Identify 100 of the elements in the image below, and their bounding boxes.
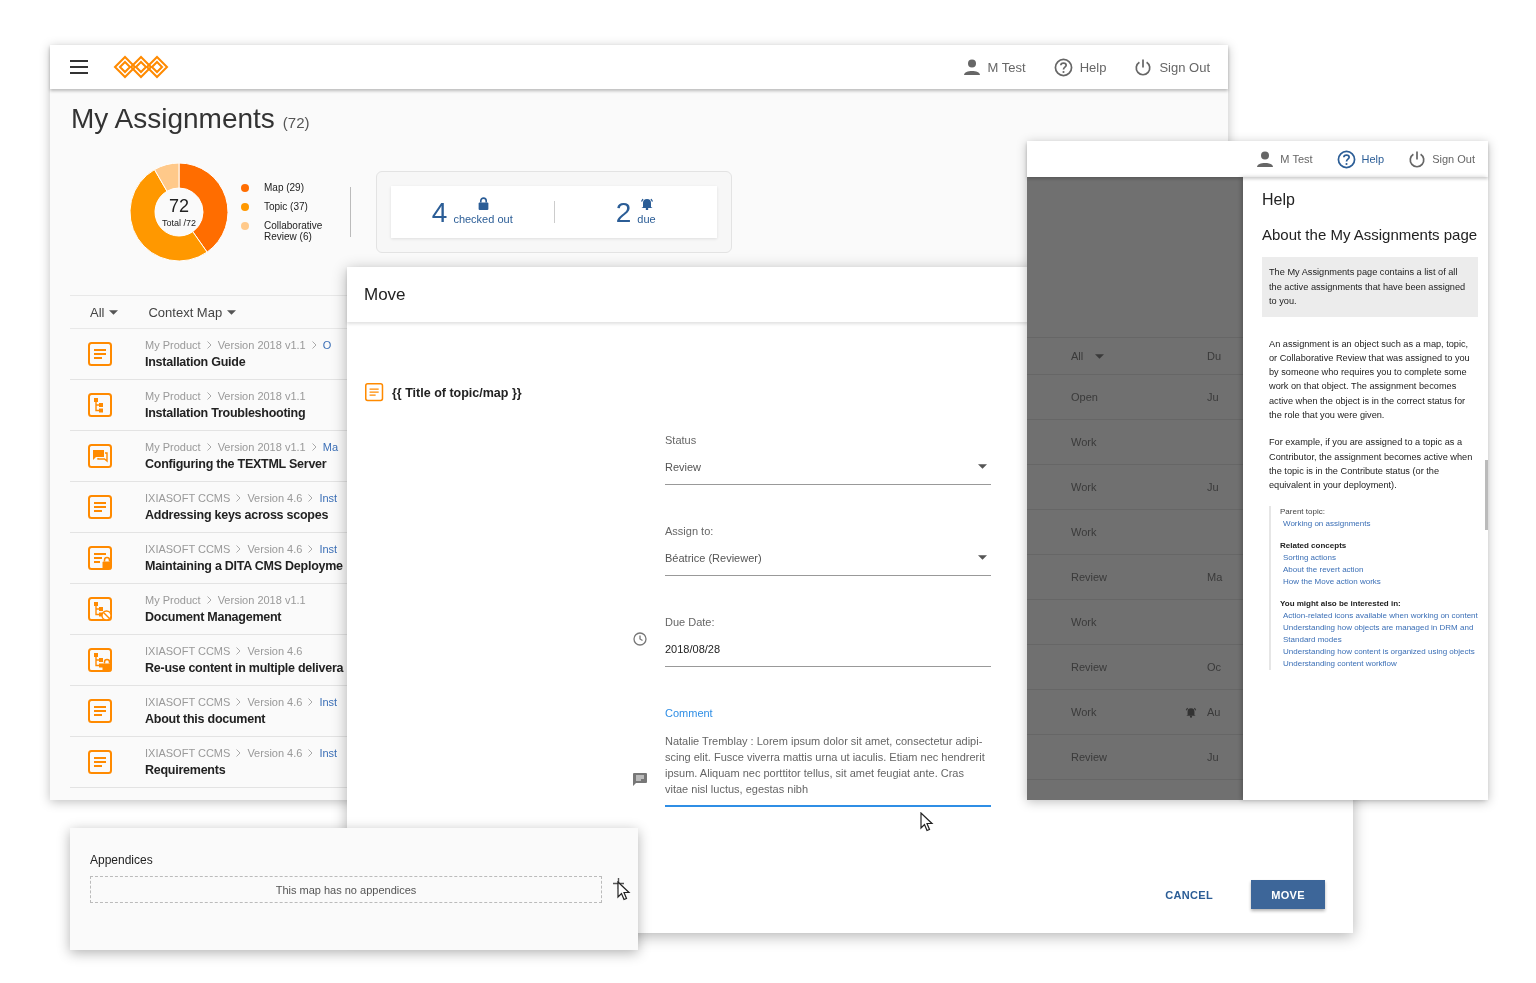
breadcrumb: Version 4.6 (247, 492, 303, 504)
breadcrumb: Version 4.6 (247, 543, 303, 555)
assignment-title[interactable]: Installation Guide (145, 355, 246, 369)
help-link[interactable]: Sorting actions (1280, 552, 1478, 565)
help-heading: About the My Assignments page (1262, 226, 1478, 243)
help-link[interactable]: Understanding how objects are managed in DRM and Standard modes (1280, 622, 1478, 647)
sign-out-link[interactable]: Sign Out (1134, 57, 1210, 77)
breadcrumb: Version 4.6 (247, 747, 303, 759)
help-link[interactable]: Working on assignments (1280, 518, 1478, 531)
power-icon (1408, 149, 1427, 169)
help-link[interactable]: Action-related icons available when working on content (1280, 610, 1478, 623)
comment-field[interactable]: Natalie Tremblay : Lorem ipsum dolor sit amet, consectetur adipi-scing elit. Fusce viverra mattis urna ut iaculis. Etiam nec hendrerit ipsum. Aliquam nec porttitor tellus, sit amet feugiat ante. Cras vitae nisl luctus, egestas nibh (665, 733, 991, 807)
caret-icon (109, 309, 119, 315)
chevron-icon (206, 596, 212, 604)
breadcrumb: My Product (145, 339, 201, 351)
chevron-icon (236, 698, 242, 706)
chevron-icon (206, 443, 212, 451)
help-link[interactable]: Understanding content workflow (1280, 658, 1478, 671)
blocked-tree-icon (87, 596, 113, 622)
filter-dropdown[interactable]: Context Map (148, 304, 237, 320)
chevron-icon (206, 392, 212, 400)
power-icon (1134, 57, 1153, 77)
breadcrumb: IXIASOFT CCMS (145, 492, 231, 504)
chat-icon (87, 443, 113, 469)
breadcrumb: IXIASOFT CCMS (145, 543, 231, 555)
move-button[interactable]: MOVE (1251, 880, 1325, 909)
help-link[interactable]: Understanding how content is organized using objects (1280, 646, 1478, 659)
document-icon (87, 749, 113, 775)
dropdown-field[interactable]: Béatrice (Reviewer) (665, 551, 991, 576)
breadcrumb: IXIASOFT CCMS (145, 696, 231, 708)
help-icon (1053, 57, 1073, 77)
date-field[interactable]: 2018/08/28 (665, 642, 991, 667)
breadcrumb: Version 4.6 (247, 696, 303, 708)
breadcrumb-link[interactable]: Inst (319, 543, 338, 555)
breadcrumb-link[interactable]: Inst (319, 747, 338, 759)
assignment-count: (72) (282, 114, 310, 131)
section-label: You might also be interested in: (1280, 598, 1402, 611)
assignment-title[interactable]: Requirements (145, 763, 226, 777)
help-link[interactable]: How the Move action works (1280, 576, 1478, 589)
assignment-title[interactable]: About this document (145, 712, 266, 726)
tree-icon (87, 392, 113, 418)
legend-label: Topic (37) (264, 201, 308, 212)
filter-dropdown[interactable]: All (90, 304, 119, 320)
help-paragraph: An assignment is an object such as a map, topic, or Collaborative Review that was assigned to you by someone who requires you to complete some work on that object. The assignment becomes active when the object is in the correct status for the role that you were given. (1269, 337, 1471, 422)
assignment-title[interactable]: Re-use content in multiple delivera (145, 661, 344, 675)
dropdown-caret-icon (978, 464, 987, 469)
field-label: Status (665, 434, 698, 446)
legend-label: Map (29) (264, 182, 304, 193)
chevron-icon (308, 494, 314, 502)
chevron-icon (311, 341, 317, 349)
chevron-icon (236, 749, 242, 757)
caret-icon (1095, 353, 1105, 359)
document-icon (365, 383, 384, 402)
breadcrumb-link[interactable]: Inst (319, 696, 338, 708)
breadcrumb-link[interactable]: O (322, 339, 332, 351)
field-label: Due Date: (665, 616, 716, 628)
locked-document-icon (87, 545, 113, 571)
breadcrumb: Version 2018 v1.1 (217, 339, 306, 351)
dropdown-field[interactable]: Review (665, 460, 991, 485)
sign-out-link[interactable]: Sign Out (1408, 149, 1475, 169)
help-link[interactable]: Help (1336, 149, 1385, 169)
assignment-title[interactable]: Document Management (145, 610, 282, 624)
breadcrumb-link[interactable]: Ma (322, 441, 338, 453)
assignment-title[interactable]: Maintaining a DITA CMS Deployme (145, 559, 343, 573)
help-link[interactable]: Help (1053, 57, 1107, 77)
document-icon (87, 494, 113, 520)
breadcrumb: IXIASOFT CCMS (145, 747, 231, 759)
help-link[interactable]: About the revert action (1280, 564, 1478, 577)
assignment-title[interactable]: Installation Troubleshooting (145, 406, 306, 420)
section-label: Related concepts (1280, 540, 1348, 553)
stat-number: 2 (615, 199, 632, 227)
document-icon (87, 341, 113, 367)
chevron-icon (308, 545, 314, 553)
document-icon (87, 698, 113, 724)
menu-icon[interactable] (70, 60, 88, 74)
total-number: 72 (169, 196, 189, 215)
breadcrumb: Version 2018 v1.1 (217, 390, 306, 402)
caret-icon (227, 309, 237, 315)
bell-icon (1185, 706, 1197, 718)
clock-icon (633, 632, 647, 646)
breadcrumb: My Product (145, 441, 201, 453)
breadcrumb: Version 4.6 (247, 645, 303, 657)
user-menu[interactable]: M Test (962, 59, 1026, 75)
assignment-title[interactable]: Configuring the TEXTML Server (145, 457, 327, 471)
stat-label: due (637, 213, 656, 225)
cancel-button[interactable]: CANCEL (1165, 880, 1213, 909)
user-icon (962, 59, 981, 75)
cursor-icon (617, 881, 631, 901)
stat-label: checked out (453, 213, 513, 225)
chevron-icon (308, 698, 314, 706)
cursor-icon (920, 812, 934, 832)
field-label: Assign to: (665, 525, 715, 537)
breadcrumb: My Product (145, 594, 201, 606)
assignment-title[interactable]: Addressing keys across scopes (145, 508, 329, 522)
section-title: Appendices (89, 852, 154, 867)
item-title: {{ Title of topic/map }} (392, 385, 522, 400)
breadcrumb-link[interactable]: Inst (319, 492, 338, 504)
user-menu[interactable]: M Test (1256, 151, 1313, 167)
chevron-icon (236, 545, 242, 553)
chevron-icon (236, 494, 242, 502)
